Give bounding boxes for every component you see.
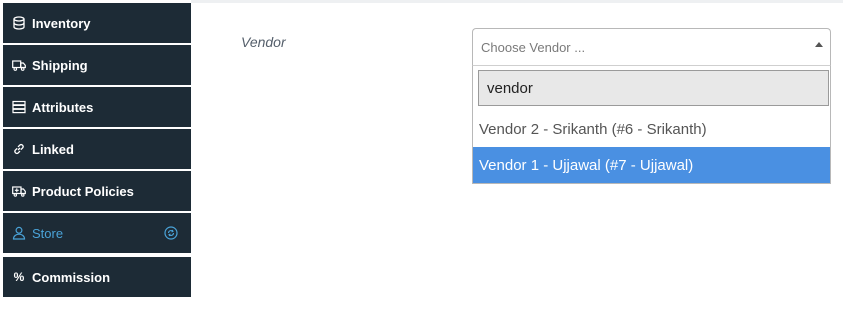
server-icon xyxy=(12,100,26,114)
truck-icon xyxy=(12,58,26,72)
sidebar-item-inventory[interactable]: Inventory xyxy=(3,3,191,43)
sidebar-item-shipping[interactable]: Shipping xyxy=(3,45,191,85)
vendor-option-highlighted[interactable]: Vendor 1 - Ujjawal (#7 - Ujjawal) xyxy=(473,147,830,183)
vendor-select-placeholder: Choose Vendor ... xyxy=(481,40,586,55)
vendor-label: Vendor xyxy=(241,34,286,50)
user-icon xyxy=(12,226,26,240)
sidebar-item-label: Product Policies xyxy=(32,183,134,199)
top-divider xyxy=(191,0,843,3)
product-data-sidebar: Inventory Shipping Attributes Linked Pro xyxy=(0,0,191,312)
vendor-search-input[interactable] xyxy=(478,70,829,106)
sidebar-item-product-policies[interactable]: Product Policies xyxy=(3,171,191,211)
sidebar-item-label: Inventory xyxy=(32,15,91,31)
vendor-dropdown: Vendor 2 - Srikanth (#6 - Srikanth) Vend… xyxy=(472,65,831,184)
sidebar-item-attributes[interactable]: Attributes xyxy=(3,87,191,127)
sidebar-item-label: Commission xyxy=(32,269,111,285)
sidebar-item-label: Shipping xyxy=(32,57,88,73)
sidebar-item-store[interactable]: Store xyxy=(3,213,191,253)
sidebar-item-label: Store xyxy=(32,225,64,241)
ambulance-icon xyxy=(12,184,26,198)
percent-icon: % xyxy=(13,270,25,284)
vendor-option[interactable]: Vendor 2 - Srikanth (#6 - Srikanth) xyxy=(473,111,830,147)
sidebar-item-commission[interactable]: % Commission xyxy=(3,257,191,297)
sidebar-item-label: Linked xyxy=(32,141,74,157)
database-icon xyxy=(12,16,26,30)
link-icon xyxy=(12,142,26,156)
vendor-search-wrapper xyxy=(478,70,829,106)
refresh-circle-icon xyxy=(164,226,178,240)
sidebar-item-linked[interactable]: Linked xyxy=(3,129,191,169)
sidebar-item-label: Attributes xyxy=(32,99,94,115)
page: Inventory Shipping Attributes Linked Pro xyxy=(0,0,843,312)
vendor-select[interactable]: Choose Vendor ... xyxy=(472,28,831,66)
caret-up-icon[interactable] xyxy=(815,42,823,47)
